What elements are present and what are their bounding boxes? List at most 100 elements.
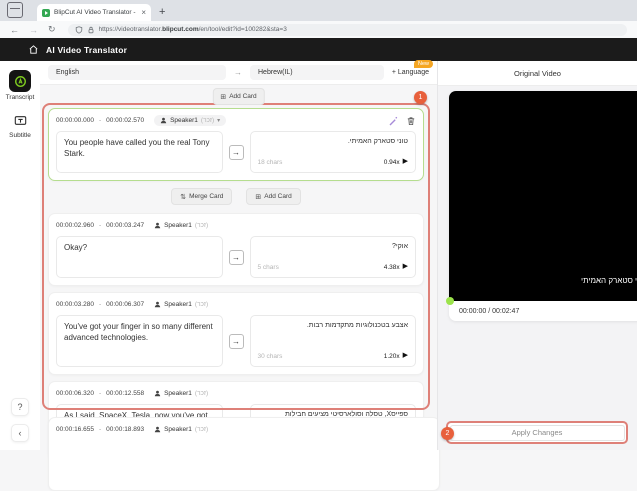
merge-icon: ⇅ <box>180 193 186 201</box>
play-icon[interactable]: ▶ <box>403 262 408 272</box>
left-sidebar: Transcript Subtitle ? ‹ <box>0 61 40 450</box>
ai-edit-wand-icon[interactable] <box>388 116 398 126</box>
forward-icon[interactable]: → <box>29 25 38 35</box>
step-badge-1: 1 <box>414 91 427 104</box>
apply-changes-button[interactable]: Apply Changes <box>450 425 625 441</box>
target-text[interactable]: אוקי? <box>258 242 409 252</box>
blipcut-editor-screen: { "browser": { "tab_title": "BlipCut AI … <box>0 0 637 450</box>
end-time[interactable]: 00:00:12.558 <box>106 390 144 397</box>
play-icon[interactable]: ▶ <box>403 351 408 361</box>
target-language-select[interactable]: Hebrew(IL) <box>250 65 384 80</box>
end-time[interactable]: 00:00:02.570 <box>106 117 144 124</box>
source-language-select[interactable]: English <box>48 65 226 80</box>
collapse-sidebar-button[interactable]: ‹ <box>11 424 29 442</box>
speaker-icon <box>154 390 161 397</box>
video-time-display: 00:00:00 / 00:02:47 <box>449 301 637 321</box>
video-player[interactable]: טוני סטארק האמיתי 00:00:00 / 00:02:47 <box>449 91 637 321</box>
shield-icon[interactable] <box>75 26 83 34</box>
transcript-card[interactable]: 00:00:00.000 - 00:00:02.570 Speaker1 (זכ… <box>48 108 424 181</box>
speaker-select[interactable]: Speaker1 (זכר) <box>154 222 208 229</box>
transcript-card[interactable]: 00:00:16.655 - 00:00:18.893 Speaker1 (זכ… <box>48 417 440 491</box>
add-card-top-button[interactable]: ⊞ Add Card <box>212 88 264 105</box>
target-text-box[interactable]: טוני סטארק האמיתי. 18 chars 0.94x▶ <box>250 131 417 173</box>
speaker-select[interactable]: Speaker1 (זכר) <box>154 301 208 308</box>
delete-card-icon[interactable] <box>406 116 416 126</box>
add-language-button[interactable]: + Language New <box>392 69 429 76</box>
url-bar[interactable]: https://videotranslator.blipcut.com/en/t… <box>68 24 627 36</box>
time-dash: - <box>99 117 101 124</box>
transcript-label: Transcript <box>6 94 35 101</box>
app-title: AI Video Translator <box>46 45 127 55</box>
subtitle-icon <box>14 114 27 127</box>
subtitle-label: Subtitle <box>9 132 31 139</box>
step-badge-2: 2 <box>441 427 454 440</box>
speaker-select[interactable]: Speaker1 (זכר) <box>154 390 208 397</box>
blipcut-favicon <box>42 9 50 17</box>
speaker-icon <box>154 301 161 308</box>
tab-title: BlipCut AI Video Translator - Fu <box>54 9 137 16</box>
back-icon[interactable]: ← <box>10 25 19 35</box>
play-icon[interactable]: ▶ <box>403 157 408 167</box>
tab-overview-icon[interactable] <box>7 2 23 18</box>
browser-nav-bar: ← → ↻ https://videotranslator.blipcut.co… <box>0 21 637 39</box>
target-text-box[interactable]: אצבע בטכנולוגיות מתקדמות רבות. 30 chars … <box>250 315 417 367</box>
source-text-box[interactable]: You've got your finger in so many differ… <box>56 315 223 367</box>
video-subtitle-overlay: טוני סטארק האמיתי <box>581 276 637 285</box>
target-text-box[interactable]: אוקי? 5 chars 4.38x▶ <box>250 236 417 278</box>
transcript-card[interactable]: 00:00:03.280 - 00:00:06.307 Speaker1 (זכ… <box>48 292 424 375</box>
language-bar: English → Hebrew(IL) + Language New <box>40 61 437 85</box>
source-text-box[interactable]: You people have called you the real Tony… <box>56 131 223 173</box>
speaker-select[interactable]: Speaker1 (זכר) ▾ <box>154 115 226 126</box>
char-count: 18 chars <box>258 158 283 167</box>
source-text-box[interactable]: Okay? <box>56 236 223 278</box>
onboarding-highlight-apply: Apply Changes 2 <box>446 421 628 444</box>
start-time[interactable]: 00:00:06.320 <box>56 390 94 397</box>
sidebar-item-transcript[interactable]: Transcript <box>0 70 40 101</box>
char-count: 30 chars <box>258 352 283 361</box>
progress-handle[interactable] <box>446 297 454 305</box>
transcript-card[interactable]: 00:00:02.960 - 00:00:03.247 Speaker1 (זכ… <box>48 213 424 286</box>
speaker-icon <box>154 222 161 229</box>
start-time[interactable]: 00:00:02.960 <box>56 222 94 229</box>
target-text[interactable]: טוני סטארק האמיתי. <box>258 137 409 147</box>
help-button[interactable]: ? <box>11 398 29 416</box>
video-panel-title: Original Video <box>438 61 637 86</box>
card-list: 00:00:00.000 - 00:00:02.570 Speaker1 (זכ… <box>48 108 424 466</box>
add-card-between-button[interactable]: ⊞ Add Card <box>246 188 300 205</box>
transfer-arrow-icon[interactable]: → <box>229 145 244 160</box>
start-time[interactable]: 00:00:16.655 <box>56 426 94 433</box>
time-dash: - <box>99 390 101 397</box>
target-text[interactable]: אצבע בטכנולוגיות מתקדמות רבות. <box>258 321 409 331</box>
time-dash: - <box>99 426 101 433</box>
sidebar-item-subtitle[interactable]: Subtitle <box>0 110 40 139</box>
chevron-down-icon: ▾ <box>217 117 220 124</box>
video-screen[interactable]: טוני סטארק האמיתי <box>449 91 637 301</box>
transcript-icon <box>14 75 27 88</box>
speed-and-play: 4.38x▶ <box>384 262 408 272</box>
between-card-actions: ⇅ Merge Card ⊞ Add Card <box>48 188 424 205</box>
add-card-icon: ⊞ <box>255 193 261 201</box>
speaker-select[interactable]: Speaker1 (זכר) <box>154 426 208 433</box>
language-arrow-icon: → <box>234 68 242 77</box>
start-time[interactable]: 00:00:00.000 <box>56 117 94 124</box>
end-time[interactable]: 00:00:18.893 <box>106 426 144 433</box>
start-time[interactable]: 00:00:03.280 <box>56 301 94 308</box>
new-tab-icon[interactable]: + <box>159 5 165 19</box>
app-header: AI Video Translator <box>0 38 637 61</box>
speaker-icon <box>154 426 161 433</box>
time-dash: - <box>99 301 101 308</box>
browser-tab[interactable]: BlipCut AI Video Translator - Fu × <box>37 4 151 21</box>
merge-card-button[interactable]: ⇅ Merge Card <box>171 188 232 205</box>
lock-icon <box>87 26 95 34</box>
transcript-editor: English → Hebrew(IL) + Language New ⊞ Ad… <box>40 61 437 450</box>
end-time[interactable]: 00:00:06.307 <box>106 301 144 308</box>
reload-icon[interactable]: ↻ <box>48 24 56 35</box>
transfer-arrow-icon[interactable]: → <box>229 250 244 265</box>
video-panel: Original Video טוני סטארק האמיתי 00:00:0… <box>437 61 637 450</box>
end-time[interactable]: 00:00:03.247 <box>106 222 144 229</box>
time-dash: - <box>99 222 101 229</box>
transfer-arrow-icon[interactable]: → <box>229 334 244 349</box>
close-tab-icon[interactable]: × <box>141 8 146 17</box>
browser-tab-strip: BlipCut AI Video Translator - Fu × + <box>0 0 637 21</box>
home-icon[interactable] <box>28 44 39 55</box>
